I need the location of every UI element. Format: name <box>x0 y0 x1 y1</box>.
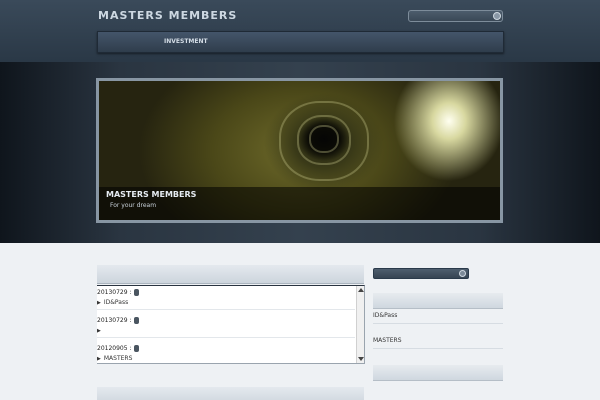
banner-caption-subtitle: For your dream <box>110 202 157 209</box>
news-section-header <box>97 265 364 284</box>
sidebar-section-header <box>373 293 503 309</box>
news-scrollbar[interactable] <box>356 286 364 363</box>
new-badge-icon <box>134 317 139 324</box>
news-link-text[interactable]: ID&Pass <box>104 299 128 306</box>
banner-image-tunnel: MASTERS MEMBERS For your dream <box>99 81 500 220</box>
triangle-right-icon: ▶ <box>97 328 101 334</box>
news-link[interactable]: ▶ <box>97 327 104 334</box>
sidebar-link[interactable]: MASTERS <box>373 337 503 349</box>
triangle-right-icon: ▶ <box>97 300 101 306</box>
scroll-down-icon[interactable] <box>358 357 364 361</box>
nav-item-investment[interactable]: INVESTMENT <box>164 38 208 45</box>
banner-caption-title: MASTERS MEMBERS <box>106 190 197 199</box>
header-search-input[interactable] <box>408 10 503 22</box>
news-entry: 20120905 : ▶ MASTERS <box>97 342 355 363</box>
search-icon[interactable] <box>459 270 466 277</box>
site-title[interactable]: MASTERS MEMBERS <box>98 9 237 22</box>
news-entry: 20130729 : ▶ <box>97 314 355 338</box>
sidebar-link[interactable]: ID&Pass <box>373 312 503 324</box>
scroll-up-icon[interactable] <box>358 288 364 292</box>
news-date: 20120905 : <box>97 345 132 352</box>
sidebar-search-input[interactable] <box>373 268 469 279</box>
news-list[interactable]: 20130729 : ▶ ID&Pass 20130729 : ▶ 2012090… <box>97 285 365 364</box>
new-badge-icon <box>134 289 139 296</box>
sidebar-section-header <box>373 365 503 381</box>
content-section-header <box>97 387 364 400</box>
news-date: 20130729 : <box>97 289 132 296</box>
banner-caption: MASTERS MEMBERS For your dream <box>99 187 500 220</box>
main-navbar: INVESTMENT <box>97 31 504 53</box>
search-icon[interactable] <box>493 12 501 20</box>
tunnel-ring <box>309 125 339 153</box>
news-link-text[interactable]: MASTERS <box>104 355 133 362</box>
banner-frame: MASTERS MEMBERS For your dream <box>96 78 503 223</box>
new-badge-icon <box>134 345 139 352</box>
news-link[interactable]: ▶ MASTERS <box>97 355 132 362</box>
news-entry: 20130729 : ▶ ID&Pass <box>97 286 355 310</box>
triangle-right-icon: ▶ <box>97 356 101 362</box>
news-date: 20130729 : <box>97 317 132 324</box>
news-link[interactable]: ▶ ID&Pass <box>97 299 128 306</box>
